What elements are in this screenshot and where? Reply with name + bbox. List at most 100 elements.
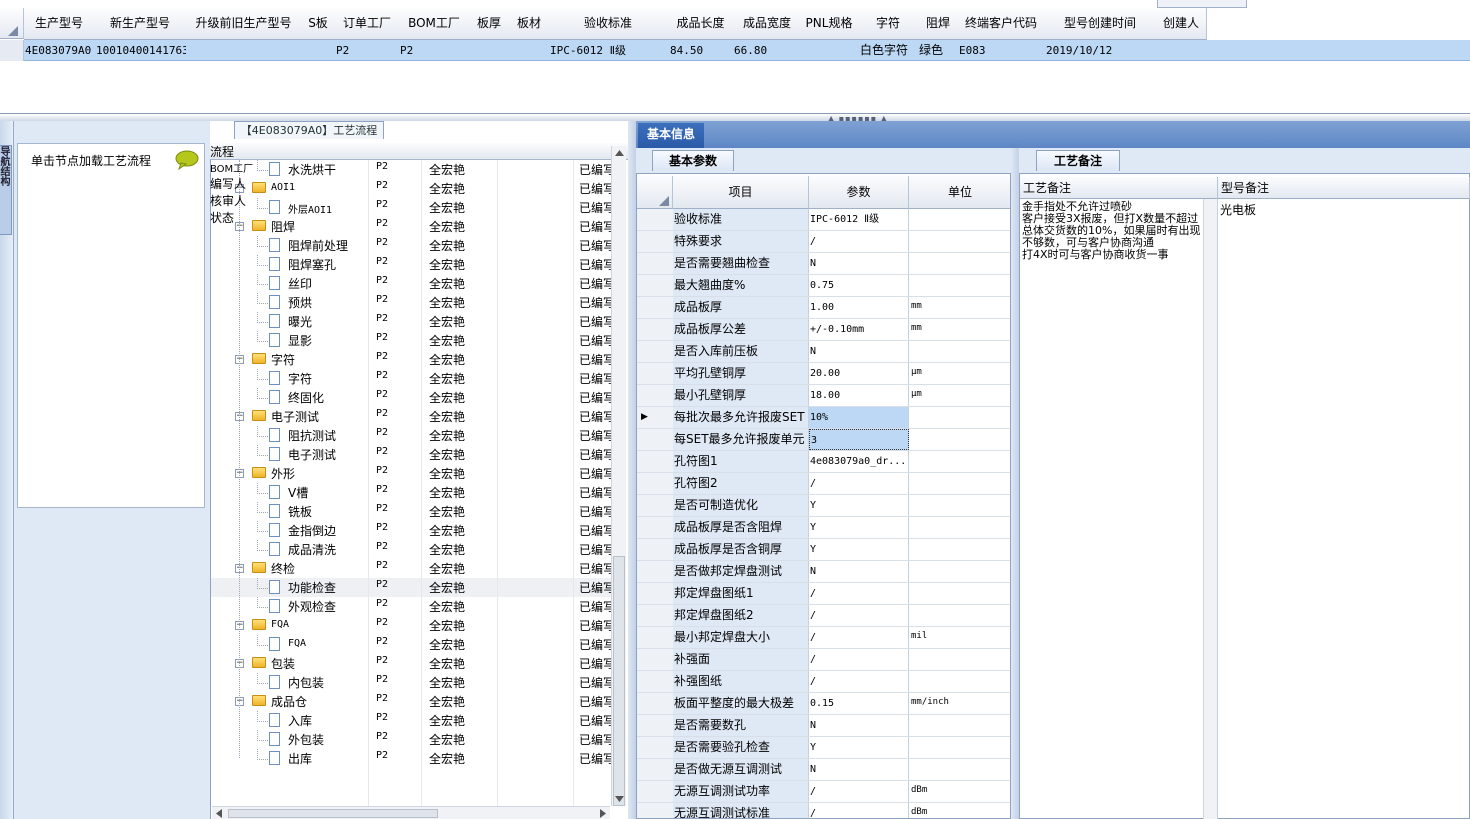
tree-cell-bom[interactable]: P2 [376, 522, 388, 533]
tree-cell-bom[interactable]: P2 [376, 237, 388, 248]
tab-basic-info[interactable]: 基本信息 [638, 123, 704, 148]
tree-cell-bom[interactable]: P2 [376, 655, 388, 666]
tree-cell-bom[interactable]: P2 [376, 408, 388, 419]
tree-cell-writer[interactable]: 全宏艳 [429, 351, 465, 368]
tree-row[interactable]: − 外形 P2 全宏艳 已编写 [211, 464, 611, 483]
tree-cell-writer[interactable]: 全宏艳 [429, 598, 465, 615]
tree-cell-bom[interactable]: P2 [376, 484, 388, 495]
cell-new-model[interactable]: 10010400141763 [96, 40, 186, 61]
model-note-text[interactable]: 光电板 [1220, 201, 1256, 218]
row-selector[interactable] [637, 583, 674, 604]
param-value[interactable]: 4e083079a0_dr... [809, 451, 909, 472]
tree-cell-writer[interactable]: 全宏艳 [429, 465, 465, 482]
cell-width[interactable]: 66.80 [734, 40, 794, 61]
tree-row[interactable]: 丝印 P2 全宏艳 已编写 [211, 274, 611, 293]
scroll-down-arrow-icon[interactable] [613, 794, 626, 804]
param-value[interactable]: 20.00 [809, 363, 909, 384]
tree-cell-bom[interactable]: P2 [376, 332, 388, 343]
tree-cell-writer[interactable]: 全宏艳 [429, 256, 465, 273]
col-header-width[interactable]: 成品宽度 [734, 8, 801, 40]
param-row[interactable]: 是否做无源互调测试 N [637, 759, 1010, 781]
tree-cell-bom[interactable]: P2 [376, 598, 388, 609]
tree-hscroll-thumb[interactable] [228, 809, 438, 818]
param-value[interactable]: 0.75 [809, 275, 909, 296]
row-selector[interactable] [637, 451, 674, 472]
row-selector[interactable] [637, 539, 674, 560]
col-header-creator[interactable]: 创建人 [1156, 8, 1207, 40]
params-col-item[interactable]: 项目 [673, 176, 809, 209]
tree-cell-status[interactable]: 已编写 [579, 256, 611, 273]
tree-cell-status[interactable]: 已编写 [579, 370, 611, 387]
tree-cell-writer[interactable]: 全宏艳 [429, 237, 465, 254]
tree-cell-status[interactable]: 已编写 [579, 313, 611, 330]
tree-node-label[interactable]: 铣板 [288, 503, 312, 520]
tree-row[interactable]: 内包装 P2 全宏艳 已编写 [211, 673, 611, 692]
tree-cell-writer[interactable]: 全宏艳 [429, 636, 465, 653]
tree-cell-writer[interactable]: 全宏艳 [429, 313, 465, 330]
param-row[interactable]: 最大翘曲度% 0.75 [637, 275, 1010, 297]
tree-node-label[interactable]: 丝印 [288, 275, 312, 292]
row-selector[interactable] [637, 781, 674, 802]
col-header-created[interactable]: 型号创建时间 [1044, 8, 1157, 40]
tree-cell-status[interactable]: 已编写 [579, 389, 611, 406]
param-row[interactable]: 无源互调测试功率 / dBm [637, 781, 1010, 803]
param-row[interactable]: 成品板厚 1.00 mm [637, 297, 1010, 319]
tree-cell-writer[interactable]: 全宏艳 [429, 541, 465, 558]
tree-cell-status[interactable]: 已编写 [579, 446, 611, 463]
tree-row[interactable]: 阻焊塞孔 P2 全宏艳 已编写 [211, 255, 611, 274]
row-selector[interactable] [637, 231, 674, 252]
param-value[interactable]: 0.15 [809, 693, 909, 714]
tree-node-label[interactable]: 外层AOI1 [288, 201, 332, 216]
row-selector[interactable] [637, 319, 674, 340]
tree-cell-writer[interactable]: 全宏艳 [429, 522, 465, 539]
param-value[interactable]: / [809, 671, 909, 692]
notes-splitter[interactable] [1011, 148, 1019, 819]
cell-standard[interactable]: IPC-6012 Ⅱ级 [550, 40, 665, 61]
row-selector[interactable] [637, 737, 674, 758]
param-value[interactable]: 10% [809, 407, 909, 428]
row-selector[interactable] [637, 715, 674, 736]
param-row[interactable]: 特殊要求 / [637, 231, 1010, 253]
tree-row[interactable]: 阻焊前处理 P2 全宏艳 已编写 [211, 236, 611, 255]
col-header-customer-code[interactable]: 终端客户代码 [958, 8, 1045, 40]
nav-structure-tab[interactable]: 导航结构 [0, 145, 12, 235]
tree-row[interactable]: − 成品仓 P2 全宏艳 已编写 [211, 692, 611, 711]
process-note-text[interactable]: 金手指处不允许过喷砂 客户接受3X报废，但打X数量不超过总体交货数的10%，如果… [1022, 201, 1202, 261]
col-header-length[interactable]: 成品长度 [667, 8, 735, 40]
tree-cell-status[interactable]: 已编写 [579, 541, 611, 558]
tree-vscroll-thumb[interactable] [613, 556, 625, 806]
cell-mask[interactable]: 绿色 [919, 40, 957, 61]
col-header-old-model[interactable]: 升级前旧生产型号 [186, 8, 302, 40]
tree-cell-status[interactable]: 已编写 [579, 161, 611, 178]
tree-node-label[interactable]: FQA [288, 638, 306, 649]
cell-bom-factory[interactable]: P2 [400, 40, 460, 61]
col-header-mask[interactable]: 阻焊 [918, 8, 959, 40]
param-value[interactable]: 3 [809, 429, 909, 450]
tree-cell-bom[interactable]: P2 [376, 446, 388, 457]
nav-hint-text[interactable]: 单击节点加载工艺流程 [31, 152, 151, 169]
tree-node-label[interactable]: 曝光 [288, 313, 312, 330]
col-header-order-factory[interactable]: 订单工厂 [335, 8, 400, 40]
tree-cell-status[interactable]: 已编写 [579, 560, 611, 577]
tree-cell-status[interactable]: 已编写 [579, 275, 611, 292]
tree-node-label[interactable]: 包装 [271, 655, 295, 672]
tree-cell-status[interactable]: 已编写 [579, 674, 611, 691]
tree-node-label[interactable]: 电子测试 [288, 446, 336, 463]
tree-cell-status[interactable]: 已编写 [579, 693, 611, 710]
col-header-thickness[interactable]: 板厚 [469, 8, 510, 40]
tree-col-status[interactable]: 状态 [210, 209, 250, 226]
tree-row[interactable]: 出库 P2 全宏艳 已编写 [211, 749, 611, 768]
tree-node-label[interactable]: 入库 [288, 712, 312, 729]
notes-col-process[interactable]: 工艺备注 [1020, 177, 1218, 199]
param-row[interactable]: 成品板厚是否含铜厚 Y [637, 539, 1010, 561]
tree-node-label[interactable]: 功能检查 [288, 579, 336, 596]
tree-row[interactable]: 成品清洗 P2 全宏艳 已编写 [211, 540, 611, 559]
tree-cell-writer[interactable]: 全宏艳 [429, 332, 465, 349]
param-value[interactable]: N [809, 561, 909, 582]
tree-cell-status[interactable]: 已编写 [579, 237, 611, 254]
col-header-standard[interactable]: 验收标准 [549, 8, 668, 40]
cell-length[interactable]: 84.50 [670, 40, 730, 61]
tree-cell-writer[interactable]: 全宏艳 [429, 712, 465, 729]
scroll-right-arrow-icon[interactable] [598, 808, 608, 819]
tree-cell-status[interactable]: 已编写 [579, 180, 611, 197]
